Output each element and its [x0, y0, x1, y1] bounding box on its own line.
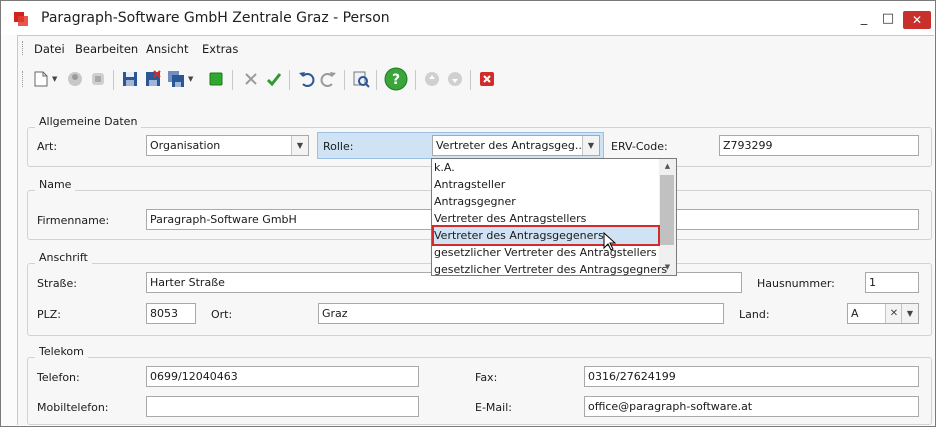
art-label: Art: [37, 140, 58, 153]
rolle-option[interactable]: k.A. [434, 159, 658, 176]
maximize-button[interactable]: □ [877, 9, 899, 29]
rolle-value: Vertreter des Antragsgeg... [436, 139, 586, 152]
ort-field[interactable]: Graz [318, 303, 724, 324]
land-select[interactable]: A ✕ ▼ [847, 303, 919, 324]
firmenname-label: Firmenname: [37, 214, 110, 227]
chevron-down-icon[interactable]: ▼ [901, 304, 918, 323]
rolle-label: Rolle: [323, 140, 354, 153]
window-title: Paragraph-Software GmbH Zentrale Graz - … [41, 10, 390, 26]
rolle-select[interactable]: Vertreter des Antragsgeg... ▼ [432, 135, 600, 156]
clear-x-icon[interactable]: ✕ [885, 304, 902, 323]
toolbar-separator [376, 70, 377, 90]
toolbar-separator [470, 70, 471, 90]
rolle-option[interactable]: Vertreter des Antragstellers [434, 210, 658, 227]
chevron-down-icon[interactable]: ▼ [582, 136, 599, 155]
green-square-icon[interactable] [207, 70, 225, 88]
erv-code-label: ERV-Code: [611, 140, 668, 153]
fax-label: Fax: [475, 371, 498, 384]
contact-disabled-icon [68, 72, 82, 86]
minimize-button[interactable]: _ [853, 9, 875, 29]
legend-name: Name [35, 178, 76, 191]
email-field[interactable]: office@paragraph-software.at [584, 396, 919, 417]
scrollbar-thumb[interactable] [660, 175, 674, 245]
svg-text:?: ? [392, 72, 400, 88]
toolbar-separator [113, 70, 114, 90]
toolbar-grip [22, 71, 25, 87]
app-window: Paragraph-Software GmbH Zentrale Graz - … [0, 0, 936, 427]
toolbar-separator [415, 70, 416, 90]
search-persons-icon[interactable] [352, 70, 370, 88]
delete-icon[interactable] [478, 70, 496, 88]
close-button[interactable]: ✕ [903, 11, 931, 29]
toolbar: ▼ ▼ ? [18, 62, 934, 94]
menu-extras[interactable]: Extras [202, 42, 238, 56]
menu-bearbeiten[interactable]: Bearbeiten [75, 42, 138, 56]
strasse-label: Straße: [37, 277, 77, 290]
fax-field[interactable]: 0316/27624199 [584, 366, 919, 387]
hausnummer-label: Hausnummer: [757, 277, 835, 290]
rolle-option[interactable]: Vertreter des Antragsgegeners [432, 225, 660, 246]
legend-telekom: Telekom [35, 345, 88, 358]
new-dropdown-chevron-icon[interactable]: ▼ [52, 70, 60, 88]
telefon-label: Telefon: [37, 371, 80, 384]
erv-code-field[interactable]: Z793299 [719, 135, 919, 156]
rolle-option[interactable]: gesetzlicher Vertreter des Antragsteller… [434, 244, 658, 261]
rolle-option[interactable]: gesetzlicher Vertreter des Antragsgegner… [434, 261, 667, 278]
land-label: Land: [739, 308, 770, 321]
legend-anschrift: Anschrift [35, 251, 92, 264]
scroll-up-icon[interactable]: ▲ [659, 159, 676, 174]
menu-bar: Datei Bearbeiten Ansicht Extras [18, 36, 934, 60]
mobiltelefon-label: Mobiltelefon: [37, 401, 109, 414]
toolbar-separator [344, 70, 345, 90]
menu-datei[interactable]: Datei [34, 42, 65, 56]
toolbar-separator [289, 70, 290, 90]
undo-icon[interactable] [297, 70, 315, 88]
confirm-check-icon[interactable] [265, 70, 283, 88]
art-select[interactable]: Organisation ▼ [146, 135, 309, 156]
rolle-option[interactable]: Antragsgegner [434, 193, 658, 210]
toolbar-separator [232, 70, 233, 90]
mobiltelefon-field[interactable] [146, 396, 419, 417]
hausnummer-field[interactable]: 1 [865, 272, 919, 293]
help-icon[interactable]: ? [384, 67, 408, 91]
land-value: A [851, 307, 859, 320]
chevron-down-icon[interactable]: ▼ [291, 136, 308, 155]
telefon-field[interactable]: 0699/12040463 [146, 366, 419, 387]
art-value: Organisation [150, 139, 221, 152]
menu-ansicht[interactable]: Ansicht [146, 42, 188, 56]
arrow-up-disabled-icon [425, 72, 439, 86]
menu-grip [22, 41, 25, 55]
save-multiple-icon[interactable] [167, 70, 185, 88]
app-logo-icon [14, 12, 28, 26]
email-label: E-Mail: [475, 401, 512, 414]
dropdown-scrollbar[interactable]: ▲ ▼ [659, 159, 676, 275]
save-icon[interactable] [121, 70, 139, 88]
plz-field[interactable]: 8053 [146, 303, 196, 324]
legend-allgemeine-daten: Allgemeine Daten [35, 115, 142, 128]
arrow-down-disabled-icon [448, 72, 462, 86]
save-dropdown-chevron-icon[interactable]: ▼ [188, 70, 196, 88]
plz-label: PLZ: [37, 308, 62, 321]
rolle-option[interactable]: Antragsteller [434, 176, 658, 193]
ort-label: Ort: [211, 308, 233, 321]
save-close-icon[interactable] [144, 70, 162, 88]
new-document-icon[interactable] [32, 70, 50, 88]
title-bar: Paragraph-Software GmbH Zentrale Graz - … [1, 1, 935, 35]
redo-icon[interactable] [320, 70, 338, 88]
copy-disabled-icon [92, 73, 104, 85]
mouse-cursor-icon [603, 232, 617, 251]
rolle-dropdown-list[interactable]: ▲ ▼ k.A. Antragsteller Antragsgegner Vertre… [431, 158, 677, 276]
cancel-x-icon[interactable] [242, 70, 260, 88]
